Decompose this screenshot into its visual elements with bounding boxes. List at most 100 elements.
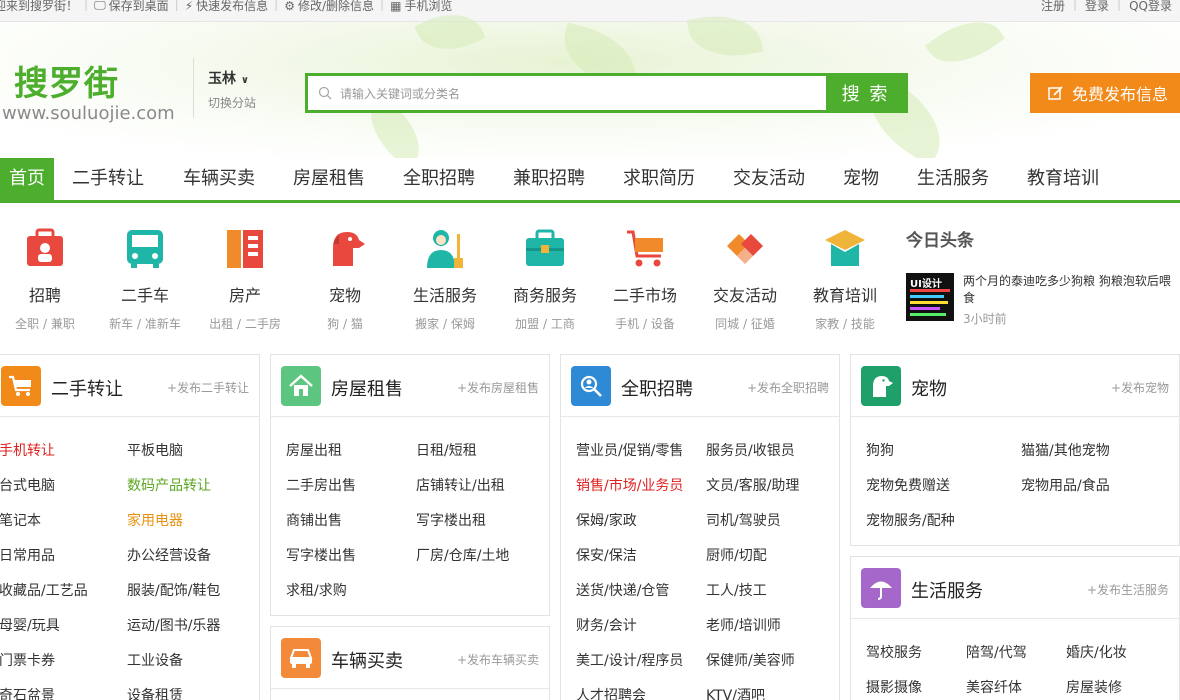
search-bar: 请输入关键词或分类名 搜 索 [305, 73, 908, 113]
car-icon [281, 638, 321, 678]
list-item[interactable]: 房屋出租 [286, 440, 342, 460]
list-item[interactable]: 美工/设计/程序员 [576, 650, 683, 670]
logo-text: 搜罗街 [14, 64, 119, 104]
list-item[interactable]: 写字楼出租 [416, 510, 486, 530]
list-item[interactable]: 营业员/促销/零售 [576, 440, 683, 460]
search-button[interactable]: 搜 索 [826, 76, 905, 110]
list-item[interactable]: 运动/图书/乐器 [127, 615, 220, 635]
gear-icon: ⚙ [284, 0, 295, 13]
nav-housing[interactable]: 房屋租售 [293, 158, 365, 200]
list-item[interactable]: KTV/酒吧 [706, 685, 765, 700]
graduation-cap-icon [823, 226, 867, 270]
list-item[interactable]: 销售/市场/业务员 [576, 475, 683, 495]
list-item[interactable]: 商铺出售 [286, 510, 342, 530]
list-item[interactable]: 摄影摄像 [866, 677, 922, 697]
city-selector[interactable]: 玉林 ∨ 切换分站 [193, 58, 256, 118]
list-item[interactable]: 陪驾/代驾 [966, 642, 1027, 662]
list-item[interactable]: 求租/求购 [286, 580, 347, 600]
headline-news-item[interactable]: UI设计 两个月的泰迪吃多少狗粮 狗粮泡软后喂食 3小时前 [906, 273, 1176, 327]
category-secondhand-market[interactable]: 二手市场 手机 / 设备 [600, 226, 690, 332]
list-item[interactable]: 送货/快递/仓管 [576, 580, 669, 600]
list-item[interactable]: 平板电脑 [127, 440, 183, 460]
nav-life-services[interactable]: 生活服务 [917, 158, 989, 200]
panel-vehicles: 车辆买卖 +发布车辆买卖 [270, 626, 550, 700]
list-item[interactable]: 台式电脑 [0, 475, 55, 495]
category-jobs[interactable]: 招聘 全职 / 兼职 [0, 226, 90, 332]
list-item[interactable]: 设备租赁 [127, 685, 183, 700]
category-used-cars[interactable]: 二手车 新车 / 准新车 [100, 226, 190, 332]
list-item[interactable]: 办公经营设备 [127, 545, 211, 565]
qq-login-link[interactable]: QQ登录 [1129, 0, 1172, 14]
category-life-services[interactable]: 生活服务 搬家 / 保姆 [400, 226, 490, 332]
panel-housing: 房屋租售 +发布房屋租售 房屋出租 日租/短租 二手房出售 店铺转让/出租 商铺… [270, 354, 550, 616]
list-item[interactable]: 人才招聘会 [576, 685, 646, 700]
category-pets[interactable]: 宠物 狗 / 猫 [300, 226, 390, 332]
list-item[interactable]: 母婴/玩具 [0, 615, 60, 635]
logo-url: www.souluojie.com [2, 103, 175, 124]
list-item[interactable]: 宠物免费赠送 [866, 475, 950, 495]
category-business[interactable]: 商务服务 加盟 / 工商 [500, 226, 590, 332]
free-post-button[interactable]: 免费发布信息 [1030, 73, 1180, 113]
list-item[interactable]: 笔记本 [0, 510, 41, 530]
search-input[interactable]: 请输入关键词或分类名 [308, 76, 826, 110]
list-item[interactable]: 二手房出售 [286, 475, 356, 495]
list-item[interactable]: 美容纤体 [966, 677, 1022, 697]
city-name: 玉林 [208, 71, 236, 87]
list-item[interactable]: 日常用品 [0, 545, 55, 565]
list-item[interactable]: 厨师/切配 [706, 545, 767, 565]
list-item[interactable]: 门票卡券 [0, 650, 55, 670]
category-dating[interactable]: 交友活动 同城 / 征婚 [700, 226, 790, 332]
list-item[interactable]: 日租/短租 [416, 440, 477, 460]
nav-pets[interactable]: 宠物 [843, 158, 879, 200]
list-item[interactable]: 手机转让 [0, 440, 55, 460]
nav-fulltime-jobs[interactable]: 全职招聘 [403, 158, 475, 200]
list-item[interactable]: 工业设备 [127, 650, 183, 670]
list-item[interactable]: 保安/保洁 [576, 545, 637, 565]
list-item[interactable]: 宠物服务/配种 [866, 510, 955, 530]
list-item[interactable]: 宠物用品/食品 [1021, 475, 1110, 495]
nav-resumes[interactable]: 求职简历 [623, 158, 695, 200]
list-item[interactable]: 司机/驾驶员 [706, 510, 781, 530]
switch-city-link[interactable]: 切换分站 [208, 94, 256, 111]
nav-parttime-jobs[interactable]: 兼职招聘 [513, 158, 585, 200]
nav-education[interactable]: 教育培训 [1027, 158, 1099, 200]
list-item[interactable]: 文员/客服/助理 [706, 475, 799, 495]
list-item[interactable]: 服装/配饰/鞋包 [127, 580, 220, 600]
lightning-icon: ⚡ [184, 0, 194, 13]
list-item[interactable]: 老师/培训师 [706, 615, 781, 635]
edit-delete-link[interactable]: ⚙ 修改/删除信息 [284, 0, 374, 14]
list-item[interactable]: 财务/会计 [576, 615, 637, 635]
panel-title: 车辆买卖 [331, 651, 403, 672]
list-item[interactable]: 狗狗 [866, 440, 894, 460]
mobile-browse-link[interactable]: ▦ 手机浏览 [390, 0, 452, 14]
nav-secondhand[interactable]: 二手转让 [72, 158, 144, 200]
list-item[interactable]: 数码产品转让 [127, 475, 211, 495]
quick-post-link[interactable]: ⚡ 快速发布信息 [185, 0, 268, 14]
register-link[interactable]: 注册 [1041, 0, 1065, 14]
list-item[interactable]: 驾校服务 [866, 642, 922, 662]
list-item[interactable]: 厂房/仓库/土地 [416, 545, 509, 565]
category-education[interactable]: 教育培训 家教 / 技能 [800, 226, 890, 332]
post-vehicle-link[interactable]: +发布车辆买卖 [457, 651, 539, 668]
list-item[interactable]: 家用电器 [127, 510, 183, 530]
list-item[interactable]: 收藏品/工艺品 [0, 580, 88, 600]
list-item[interactable]: 服务员/收银员 [706, 440, 795, 460]
nav-vehicles[interactable]: 车辆买卖 [183, 158, 255, 200]
category-property[interactable]: 房产 出租 / 二手房 [200, 226, 290, 332]
list-item[interactable]: 奇石盆景 [0, 685, 55, 700]
site-logo[interactable]: 搜罗街 www.souluojie.com [2, 56, 175, 124]
nav-dating[interactable]: 交友活动 [733, 158, 805, 200]
save-desktop-link[interactable]: 🖵 保存到桌面 [94, 0, 169, 14]
top-bar: 迎来到搜罗街！ | 🖵 保存到桌面 | ⚡ 快速发布信息 | ⚙ 修改/删除信息… [0, 0, 1180, 22]
login-link[interactable]: 登录 [1085, 0, 1109, 14]
list-item[interactable]: 保健师/美容师 [706, 650, 795, 670]
list-item[interactable]: 工人/技工 [706, 580, 767, 600]
list-item[interactable]: 房屋装修 [1066, 677, 1122, 697]
list-item[interactable]: 店铺转让/出租 [416, 475, 505, 495]
list-item[interactable]: 写字楼出售 [286, 545, 356, 565]
nav-home[interactable]: 首页 [0, 158, 54, 200]
list-item[interactable]: 婚庆/化妆 [1066, 642, 1127, 662]
list-item[interactable]: 猫猫/其他宠物 [1021, 440, 1110, 460]
list-item[interactable]: 保姆/家政 [576, 510, 637, 530]
building-icon [223, 226, 267, 270]
